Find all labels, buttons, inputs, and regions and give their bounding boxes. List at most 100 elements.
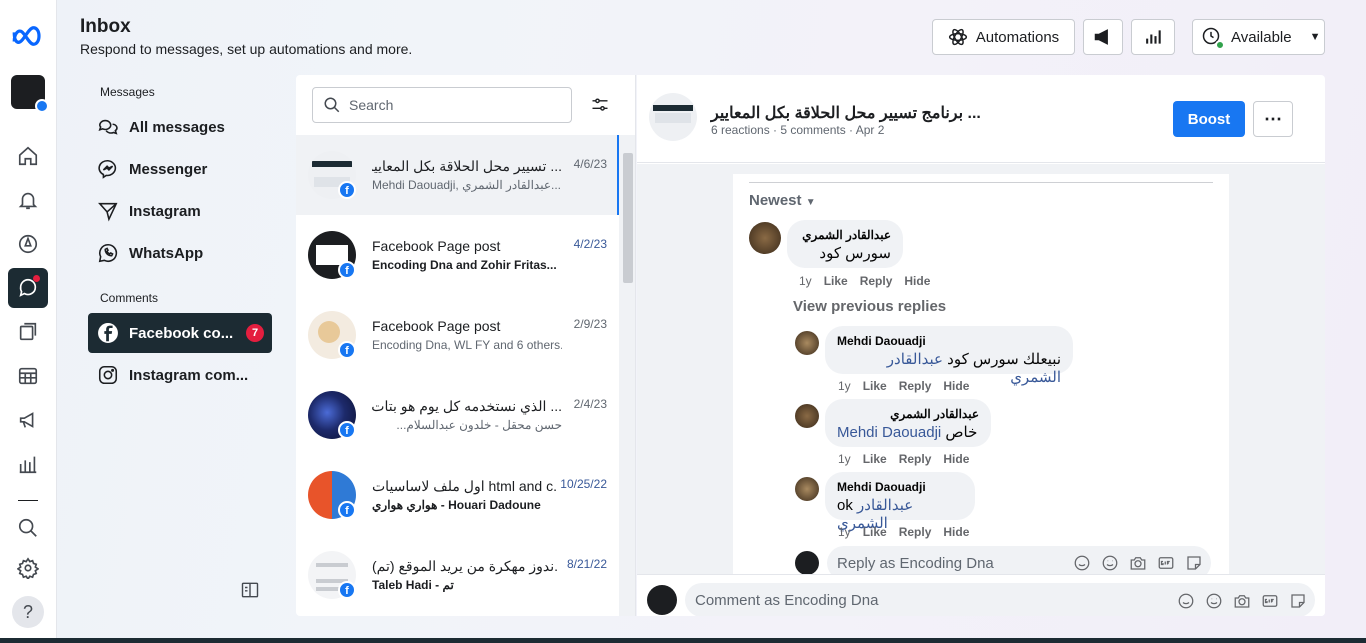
nav-label: Messenger [129, 160, 208, 178]
avatar[interactable] [749, 222, 781, 254]
emoji-icon[interactable] [1205, 592, 1223, 610]
conversation-item[interactable]: f ... الذي نستخدمه كل يوم هو بتات حسن مح… [296, 375, 619, 455]
reply-link[interactable]: Reply [899, 379, 932, 393]
ads-icon[interactable] [8, 400, 48, 440]
conversation-title: (تم) ندوز مهكرة من يريد الموقع... [372, 558, 558, 574]
inbox-icon[interactable] [8, 268, 48, 308]
facebook-badge-icon: f [338, 341, 356, 359]
comment-author[interactable]: عبدالقادر الشمري [799, 228, 891, 242]
list-scrollbar[interactable] [619, 135, 635, 616]
reply-link[interactable]: Reply [899, 452, 932, 466]
like-link[interactable]: Like [863, 379, 887, 393]
page-avatar [647, 585, 677, 615]
avatar[interactable] [795, 331, 819, 355]
emoji-icon[interactable] [1101, 554, 1119, 572]
conversation-subtitle: Taleb Hadi - تم [372, 578, 454, 592]
sort-dropdown[interactable]: Newest ▼ [749, 192, 816, 209]
facebook-badge-icon: f [338, 501, 356, 519]
facebook-badge-icon: f [338, 181, 356, 199]
post-title[interactable]: ... برنامج تسيير محل الحلاقة بكل المعايي… [711, 103, 981, 123]
page-avatar[interactable] [8, 72, 49, 113]
conversation-item[interactable]: f اول ملف لاساسيات html and c... هواري ه… [296, 455, 619, 535]
hide-link[interactable]: Hide [943, 525, 969, 539]
chevron-down-icon: ▼ [1309, 31, 1321, 43]
like-link[interactable]: Like [863, 452, 887, 466]
more-options-button[interactable]: ⋯ [1253, 101, 1293, 137]
post-thumbnail [649, 93, 697, 141]
nav-label: Instagram com... [129, 366, 249, 384]
collapse-panel-icon[interactable] [240, 580, 260, 600]
gif-icon[interactable] [1157, 554, 1175, 572]
insights-button[interactable] [1131, 19, 1175, 55]
boost-button[interactable]: Boost [1173, 101, 1245, 137]
messages-section-label: Messages [100, 85, 155, 99]
content-icon[interactable] [8, 312, 48, 352]
conversation-title: Facebook Page post [372, 318, 501, 334]
nav-messenger[interactable]: Messenger [88, 149, 272, 189]
reply-author[interactable]: Mehdi Daouadji [837, 480, 963, 494]
availability-dropdown[interactable]: Available ▼ [1192, 19, 1325, 55]
nav-facebook-comments[interactable]: Facebook co... 7 [88, 313, 272, 353]
bar-chart-icon [1146, 30, 1161, 44]
camera-icon[interactable] [1233, 592, 1251, 610]
megaphone-button[interactable] [1083, 19, 1123, 55]
search-input[interactable]: Search [312, 87, 572, 123]
scrollbar-thumb[interactable] [623, 153, 633, 283]
nav-all-messages[interactable]: All messages [88, 107, 272, 147]
sticker-icon[interactable] [1185, 554, 1203, 572]
conversation-subtitle: Encoding Dna and Zohir Fritas... [372, 258, 557, 272]
settings-icon[interactable] [8, 548, 48, 588]
avatar[interactable] [795, 477, 819, 501]
conversation-item[interactable]: f (تم) ندوز مهكرة من يريد الموقع... Tale… [296, 535, 619, 615]
nav-whatsapp[interactable]: WhatsApp [88, 233, 272, 273]
nav-instagram[interactable]: Instagram [88, 191, 272, 231]
page-title: Inbox [80, 16, 131, 37]
search-icon[interactable] [8, 508, 48, 548]
conversation-item[interactable]: f Facebook Page post Encoding Dna, WL FY… [296, 295, 619, 375]
hide-link[interactable]: Hide [904, 274, 930, 288]
nav-label: Facebook co... [129, 324, 234, 342]
bell-icon[interactable] [8, 180, 48, 220]
conversation-subtitle: هواري هواري - Houari Dadoune [372, 498, 541, 512]
conversation-item[interactable]: f Facebook Page post Encoding Dna and Zo… [296, 215, 619, 295]
facebook-badge-icon: f [338, 581, 356, 599]
reply-author[interactable]: Mehdi Daouadji [837, 334, 1061, 348]
left-rail: ? [0, 0, 57, 643]
avatar[interactable] [795, 404, 819, 428]
avatar-sticker-icon[interactable] [1073, 554, 1091, 572]
automations-button[interactable]: Automations [932, 19, 1075, 55]
reply-link[interactable]: Reply [899, 525, 932, 539]
meta-logo-icon[interactable] [8, 16, 48, 56]
hide-link[interactable]: Hide [943, 452, 969, 466]
unread-badge: 7 [246, 324, 264, 342]
comment-bubble: عبدالقادر الشمري سورس كود [787, 220, 903, 268]
sticker-icon[interactable] [1289, 592, 1307, 610]
avatar-sticker-icon[interactable] [1177, 592, 1195, 610]
planner-icon[interactable] [8, 356, 48, 396]
reply-text: نبيعلك سورس كود [947, 351, 1061, 368]
home-icon[interactable] [8, 136, 48, 176]
nav-instagram-comments[interactable]: Instagram com... [88, 355, 272, 395]
like-link[interactable]: Like [824, 274, 848, 288]
selected-indicator [617, 135, 619, 215]
comment-footer: Comment as Encoding Dna [637, 574, 1325, 616]
help-icon[interactable]: ? [8, 592, 48, 632]
reply-author[interactable]: عبدالقادر الشمري [837, 407, 979, 421]
conversation-title: ... الذي نستخدمه كل يوم هو بتات [372, 398, 562, 414]
compass-icon[interactable] [8, 224, 48, 264]
reply-text: ok [837, 497, 853, 514]
hide-link[interactable]: Hide [943, 379, 969, 393]
mention-tag[interactable]: Mehdi Daouadji [837, 424, 941, 441]
nav-label: WhatsApp [129, 244, 204, 262]
reply-link[interactable]: Reply [860, 274, 893, 288]
view-previous-replies[interactable]: View previous replies [793, 298, 946, 315]
camera-icon[interactable] [1129, 554, 1147, 572]
insights-icon[interactable] [8, 444, 48, 484]
chevron-down-icon: ▼ [805, 197, 816, 208]
clock-icon [1201, 26, 1225, 50]
conversation-item[interactable]: f ... تسيير محل الحلاقة بكل المعايير Meh… [296, 135, 619, 215]
post-detail-pane: ... برنامج تسيير محل الحلاقة بكل المعايي… [637, 75, 1325, 616]
gif-icon[interactable] [1261, 592, 1279, 610]
like-link[interactable]: Like [863, 525, 887, 539]
filter-icon[interactable] [590, 95, 610, 115]
